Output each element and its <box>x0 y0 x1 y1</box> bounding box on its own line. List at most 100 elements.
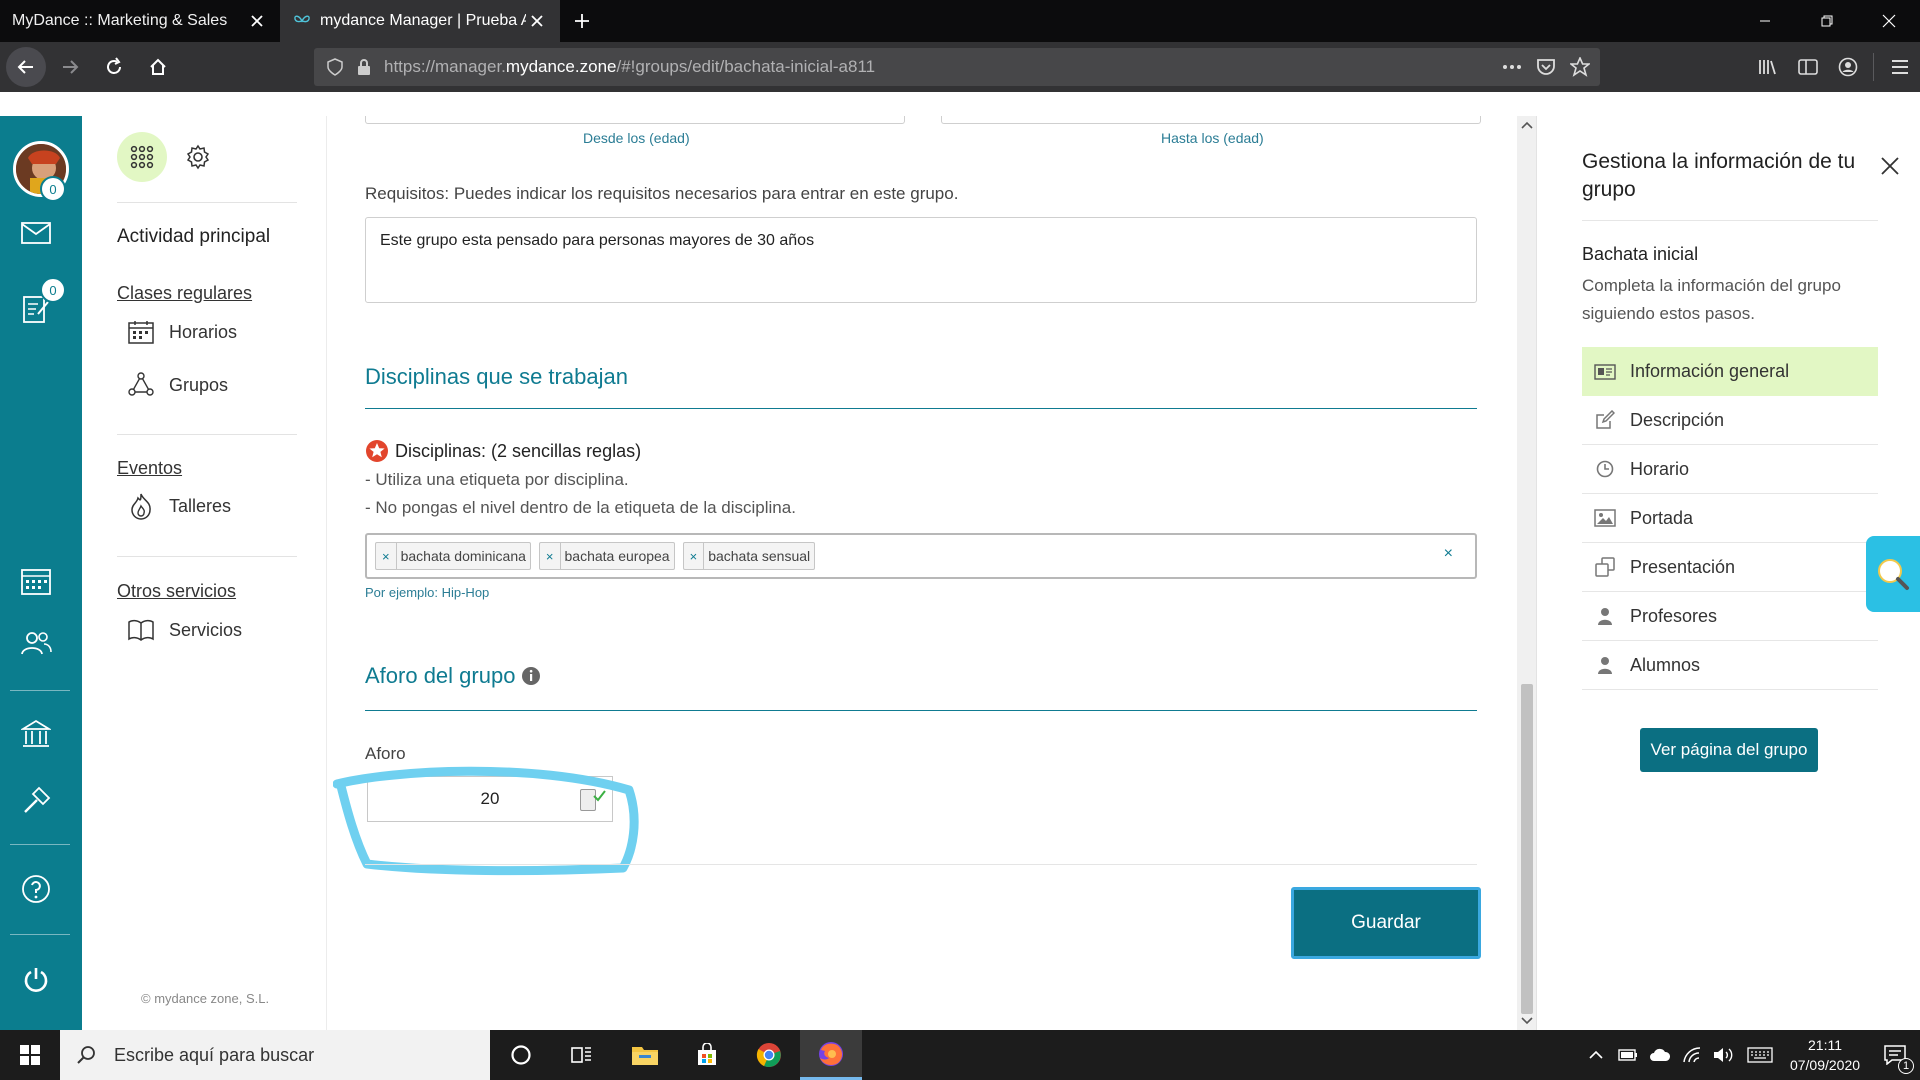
step-profesores[interactable]: Profesores <box>1582 592 1878 641</box>
power-icon[interactable] <box>19 963 53 997</box>
step-informacion-general[interactable]: Información general <box>1582 347 1878 396</box>
disciplines-heading-text: Disciplinas: (2 sencillas reglas) <box>395 440 642 461</box>
cloud-icon[interactable] <box>1644 1030 1676 1080</box>
requirements-label: Requisitos: Puedes indicar los requisito… <box>365 184 959 203</box>
taskbar-clock[interactable]: 21:11 07/09/2020 <box>1780 1035 1870 1075</box>
search-icon <box>76 1045 96 1065</box>
main-content: Desde los (edad) Hasta los (edad) Requis… <box>326 116 1537 1030</box>
tag-bachata-sensual: × bachata sensual <box>682 542 816 570</box>
chrome-icon[interactable] <box>738 1030 800 1080</box>
help-icon[interactable] <box>19 872 53 906</box>
firefox-icon[interactable] <box>800 1030 862 1080</box>
keyboard-icon[interactable] <box>1740 1030 1780 1080</box>
url-text[interactable]: https://manager.mydance.zone/#!groups/ed… <box>384 57 875 77</box>
cortana-icon[interactable] <box>490 1030 552 1080</box>
tools-icon[interactable] <box>19 784 53 818</box>
tab-mydance-manager[interactable]: mydance Manager | Prueba Ale <box>280 0 560 42</box>
new-tab-button[interactable] <box>560 0 604 42</box>
step-portada[interactable]: Portada <box>1582 494 1878 543</box>
requirements-textarea[interactable]: Este grupo esta pensado para personas ma… <box>365 217 1477 303</box>
step-label: Descripción <box>1630 409 1725 430</box>
task-view-icon[interactable] <box>552 1030 614 1080</box>
age-to-input[interactable] <box>941 116 1481 124</box>
restore-icon[interactable] <box>1796 0 1858 42</box>
lock-icon[interactable] <box>356 58 372 76</box>
view-group-page-button[interactable]: Ver página del grupo <box>1640 728 1818 772</box>
shield-icon[interactable] <box>326 58 344 76</box>
step-presentacion[interactable]: Presentación <box>1582 543 1878 592</box>
grid-icon <box>130 145 154 169</box>
bookmark-star-icon[interactable] <box>1570 57 1590 77</box>
menu-icon[interactable] <box>1880 42 1920 92</box>
minimize-icon[interactable] <box>1734 0 1796 42</box>
back-button[interactable] <box>6 47 46 87</box>
more-actions-icon[interactable] <box>1502 64 1522 70</box>
mail-icon[interactable] <box>19 216 53 250</box>
tag-remove-icon[interactable]: × <box>376 543 397 569</box>
info-icon[interactable] <box>521 666 541 686</box>
apps-grid-button[interactable] <box>117 132 167 182</box>
user-icon <box>1594 605 1616 627</box>
pocket-icon[interactable] <box>1536 58 1556 76</box>
scrollbar-thumb[interactable] <box>1521 684 1533 1014</box>
scroll-up-icon[interactable] <box>1521 120 1533 130</box>
tag-remove-icon[interactable]: × <box>684 543 705 569</box>
butterfly-icon <box>292 11 312 31</box>
group-info-panel: Gestiona la información de tu grupo Bach… <box>1536 116 1920 1030</box>
nav-item-talleres[interactable]: Talleres <box>127 492 231 520</box>
step-descripcion[interactable]: Descripción <box>1582 396 1878 445</box>
step-alumnos[interactable]: Alumnos <box>1582 641 1878 690</box>
capacity-title-text: Aforo del grupo <box>365 663 516 688</box>
close-window-icon[interactable] <box>1858 0 1920 42</box>
forward-button[interactable] <box>50 47 90 87</box>
clear-tags-button[interactable]: × <box>1444 545 1453 563</box>
highlight-annotation <box>333 766 639 876</box>
age-from-input[interactable] <box>365 116 905 124</box>
chevron-up-icon[interactable] <box>1580 1030 1612 1080</box>
scroll-down-icon[interactable] <box>1521 1016 1533 1026</box>
group-name: Bachata inicial <box>1582 244 1699 264</box>
url-host: mydance.zone <box>505 57 617 76</box>
institution-icon[interactable] <box>19 717 53 751</box>
step-horario[interactable]: Horario <box>1582 445 1878 494</box>
tag-remove-icon[interactable]: × <box>540 543 561 569</box>
address-bar[interactable]: https://manager.mydance.zone/#!groups/ed… <box>314 48 1600 86</box>
close-icon[interactable] <box>246 10 268 32</box>
volume-icon[interactable] <box>1708 1030 1740 1080</box>
close-icon[interactable] <box>526 10 548 32</box>
disciplines-tag-input[interactable]: × bachata dominicana × bachata europea × ba… <box>365 533 1477 579</box>
users-icon[interactable] <box>19 626 53 660</box>
notifications-button[interactable]: 1 <box>1870 1030 1920 1080</box>
home-button[interactable] <box>138 47 178 87</box>
windows-taskbar: Escribe aquí para buscar 21:11 07/09/202… <box>0 1030 1920 1080</box>
wifi-icon[interactable] <box>1676 1030 1708 1080</box>
reload-button[interactable] <box>94 47 134 87</box>
nav-group-eventos[interactable]: Eventos <box>117 458 182 479</box>
store-icon[interactable] <box>676 1030 738 1080</box>
save-button[interactable]: Guardar <box>1291 887 1481 959</box>
help-search-tab[interactable] <box>1866 536 1920 612</box>
windows-start-button[interactable] <box>0 1030 60 1080</box>
nav-item-label: Grupos <box>169 374 229 395</box>
tab-mydance-marketing[interactable]: MyDance :: Marketing & Sales <box>0 0 280 42</box>
library-icon[interactable] <box>1748 42 1788 92</box>
nav-group-otros-servicios[interactable]: Otros servicios <box>117 581 236 602</box>
divider <box>1582 220 1878 221</box>
account-icon[interactable] <box>1828 42 1868 92</box>
nav-group-clases-regulares[interactable]: Clases regulares <box>117 283 252 304</box>
scrollbar[interactable] <box>1517 116 1537 1030</box>
nav-item-grupos[interactable]: Grupos <box>127 371 228 399</box>
file-explorer-icon[interactable] <box>614 1030 676 1080</box>
sidebar-icon[interactable] <box>1788 42 1828 92</box>
system-tray: 21:11 07/09/2020 1 <box>1580 1030 1920 1080</box>
taskbar-search-box[interactable]: Escribe aquí para buscar <box>60 1030 490 1080</box>
close-icon[interactable] <box>1880 156 1900 176</box>
tag-label: bachata dominicana <box>400 548 526 564</box>
nav-item-horarios[interactable]: Horarios <box>127 318 237 346</box>
copy-icon <box>1594 556 1616 578</box>
battery-icon[interactable] <box>1612 1030 1644 1080</box>
settings-gear-icon[interactable] <box>185 144 211 170</box>
notification-count: 1 <box>1898 1058 1914 1074</box>
calendar-icon[interactable] <box>19 564 53 598</box>
nav-item-servicios[interactable]: Servicios <box>127 616 242 644</box>
